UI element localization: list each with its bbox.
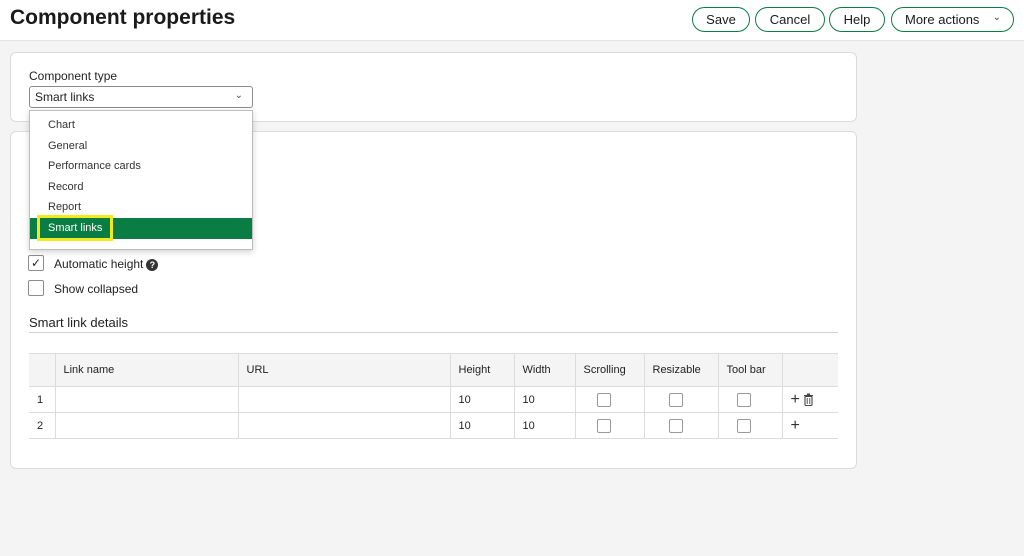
component-type-dropdown: Chart General Performance cards Record R… (29, 110, 253, 250)
link-name-cell[interactable] (55, 386, 239, 413)
column-header-width: Width (514, 353, 576, 387)
column-header-url: URL (238, 353, 451, 387)
height-cell[interactable]: 10 (450, 386, 515, 413)
plus-icon[interactable]: + (791, 391, 800, 408)
chevron-down-icon: ⌄ (234, 90, 243, 101)
option-general[interactable]: General (30, 136, 252, 157)
cancel-button[interactable]: Cancel (755, 7, 825, 32)
column-header-link-name: Link name (55, 353, 239, 387)
question-circle-icon[interactable]: ? (146, 259, 159, 271)
more-actions-button[interactable]: More actions ⌄ (891, 7, 1014, 32)
table-header-row: Link name URL Height Width Scrolling Res… (29, 353, 838, 387)
automatic-height-label: Automatic height (54, 257, 144, 271)
option-record[interactable]: Record (30, 177, 252, 198)
column-header (29, 353, 56, 387)
option-performance-cards[interactable]: Performance cards (30, 156, 252, 177)
width-cell[interactable]: 10 (514, 412, 576, 439)
automatic-height-row: Automatic height? (54, 257, 159, 271)
column-header-actions (782, 353, 838, 387)
page-title: Component properties (10, 6, 236, 29)
link-name-cell[interactable] (55, 412, 239, 439)
column-header-resizable: Resizable (644, 353, 719, 387)
show-collapsed-checkbox[interactable] (28, 280, 44, 296)
table-row: 1 10 10 + (29, 386, 838, 413)
row-number: 2 (29, 412, 56, 439)
component-type-select[interactable]: Smart links ⌄ (29, 86, 253, 108)
column-header-height: Height (450, 353, 515, 387)
plus-icon[interactable]: + (791, 417, 800, 434)
column-header-toolbar: Tool bar (718, 353, 783, 387)
smart-links-table: Link name URL Height Width Scrolling Res… (29, 353, 838, 439)
url-cell[interactable] (238, 386, 451, 413)
height-cell[interactable]: 10 (450, 412, 515, 439)
scrolling-checkbox[interactable] (596, 418, 611, 433)
resizable-checkbox[interactable] (668, 392, 683, 407)
resizable-cell (644, 386, 719, 413)
option-smart-links[interactable]: Smart links (30, 218, 252, 239)
width-cell[interactable]: 10 (514, 386, 576, 413)
component-type-label: Component type (29, 69, 118, 83)
toolbar-cell (718, 386, 783, 413)
table-row: 2 10 10 + (29, 412, 838, 439)
url-cell[interactable] (238, 412, 451, 439)
section-divider (29, 332, 838, 333)
toolbar-checkbox[interactable] (736, 392, 751, 407)
chevron-down-icon: ⌄ (992, 12, 1001, 23)
scrolling-checkbox[interactable] (596, 392, 611, 407)
header-bar: Component properties Save Cancel Help Mo… (0, 0, 1024, 41)
toolbar-checkbox[interactable] (736, 418, 751, 433)
resizable-cell (644, 412, 719, 439)
row-actions-cell: + (782, 386, 838, 413)
row-actions-cell: + (782, 412, 838, 439)
trash-icon[interactable] (803, 391, 814, 408)
automatic-height-checkbox[interactable]: ✓ (28, 255, 44, 271)
option-chart[interactable]: Chart (30, 115, 252, 136)
scrolling-cell (575, 386, 645, 413)
section-title: Smart link details (29, 315, 128, 330)
option-report[interactable]: Report (30, 197, 252, 218)
toolbar-cell (718, 412, 783, 439)
show-collapsed-label: Show collapsed (54, 282, 139, 296)
save-button[interactable]: Save (692, 7, 750, 32)
component-type-value: Smart links (35, 90, 95, 104)
scrolling-cell (575, 412, 645, 439)
column-header-scrolling: Scrolling (575, 353, 645, 387)
row-number: 1 (29, 386, 56, 413)
help-button[interactable]: Help (829, 7, 885, 32)
resizable-checkbox[interactable] (668, 418, 683, 433)
more-actions-label: More actions (905, 12, 980, 27)
